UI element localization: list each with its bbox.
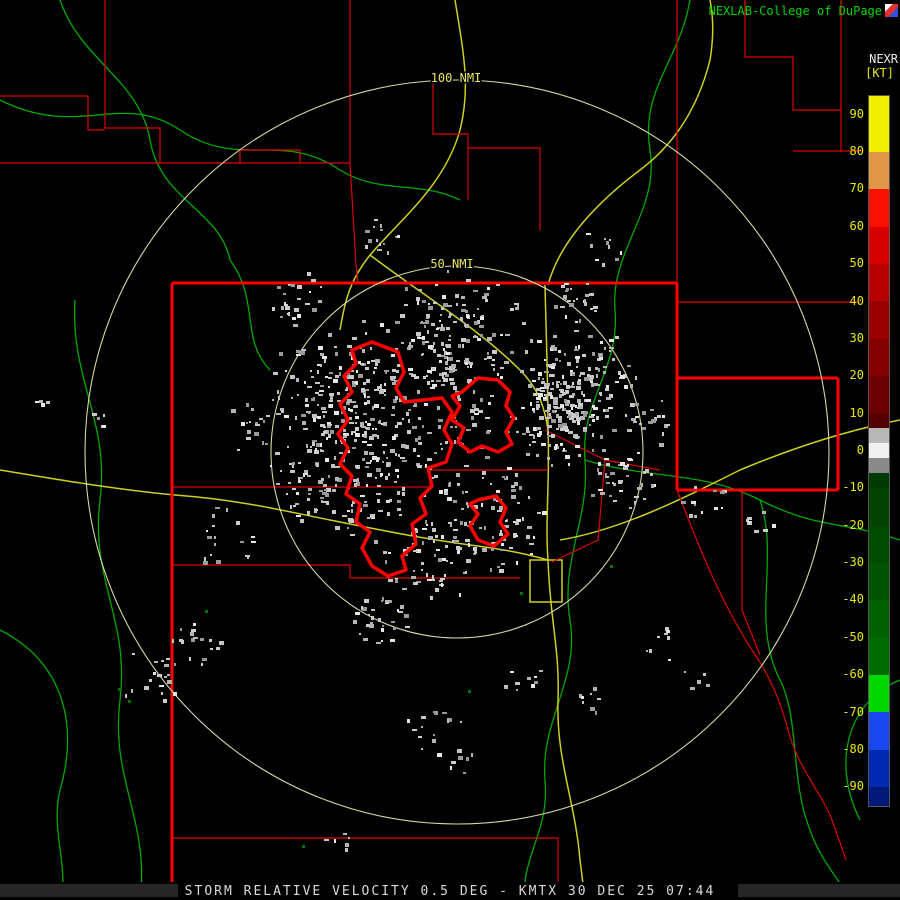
product-units-label: [KT] <box>865 66 894 80</box>
colorbar-segment <box>869 376 889 413</box>
colorbar-tick--50: -50 <box>830 630 864 644</box>
colorbar-tick-40: 40 <box>830 294 864 308</box>
colorbar-tick--90: -90 <box>830 779 864 793</box>
colorbar-segment <box>869 563 889 600</box>
warning-polygon <box>452 378 514 452</box>
colorbar-tick-30: 30 <box>830 331 864 345</box>
colorbar-segment <box>869 526 889 563</box>
colorbar-segment <box>869 152 889 189</box>
colorbar-segment <box>869 301 889 338</box>
colorbar-segment <box>869 96 889 115</box>
county-borders <box>0 0 862 900</box>
colorbar-tick-10: 10 <box>830 406 864 420</box>
brand-title: NEXLAB-College of DuPage <box>709 4 882 18</box>
cod-logo-icon <box>885 4 898 17</box>
colorbar-segment <box>869 264 889 301</box>
colorbar-segment <box>869 227 889 264</box>
colorbar-segment <box>869 189 889 226</box>
product-code-label: NEXR <box>869 52 898 66</box>
colorbar-segment <box>869 488 889 525</box>
warning-polygon <box>470 496 508 546</box>
colorbar-segment <box>869 473 889 488</box>
colorbar-segment <box>869 443 889 458</box>
radar-map-canvas[interactable]: 100 NMI 50 NMI <box>0 0 900 900</box>
range-ring-100nmi <box>85 80 829 824</box>
colorbar-tick-0: 0 <box>830 443 864 457</box>
colorbar-tick-80: 80 <box>830 144 864 158</box>
colorbar-segment <box>869 600 889 637</box>
colorbar-segment <box>869 428 889 443</box>
colorbar-tick--20: -20 <box>830 518 864 532</box>
colorbar-tick-70: 70 <box>830 181 864 195</box>
colorbar-tick-90: 90 <box>830 107 864 121</box>
colorbar-segment <box>869 675 889 712</box>
colorbar-segment <box>869 787 889 806</box>
range-ring-100nmi-label: 100 NMI <box>431 71 482 85</box>
colorbar-tick--30: -30 <box>830 555 864 569</box>
colorbar-tick--40: -40 <box>830 592 864 606</box>
colorbar-tick--70: -70 <box>830 705 864 719</box>
colorbar-segment <box>869 339 889 376</box>
status-bar: STORM RELATIVE VELOCITY 0.5 DEG - KMTX 3… <box>0 882 900 900</box>
range-ring-50nmi-label: 50 NMI <box>430 257 473 271</box>
velocity-colorbar <box>868 95 890 807</box>
colorbar-segment <box>869 712 889 749</box>
colorbar-segment <box>869 638 889 675</box>
colorbar-tick--10: -10 <box>830 480 864 494</box>
colorbar-tick-20: 20 <box>830 368 864 382</box>
radar-echoes <box>35 219 776 852</box>
colorbar-tick--80: -80 <box>830 742 864 756</box>
colorbar-tick--60: -60 <box>830 667 864 681</box>
range-rings <box>85 80 829 824</box>
state-borders <box>172 283 838 900</box>
colorbar-tick-60: 60 <box>830 219 864 233</box>
colorbar-tick-50: 50 <box>830 256 864 270</box>
colorbar-segment <box>869 750 889 787</box>
status-bar-text: STORM RELATIVE VELOCITY 0.5 DEG - KMTX 3… <box>0 884 900 899</box>
colorbar-segment <box>869 458 889 473</box>
colorbar-segment <box>869 115 889 152</box>
radar-app-window: 100 NMI 50 NMI NEXLAB-College of DuPage … <box>0 0 900 900</box>
colorbar-segment <box>869 414 889 429</box>
